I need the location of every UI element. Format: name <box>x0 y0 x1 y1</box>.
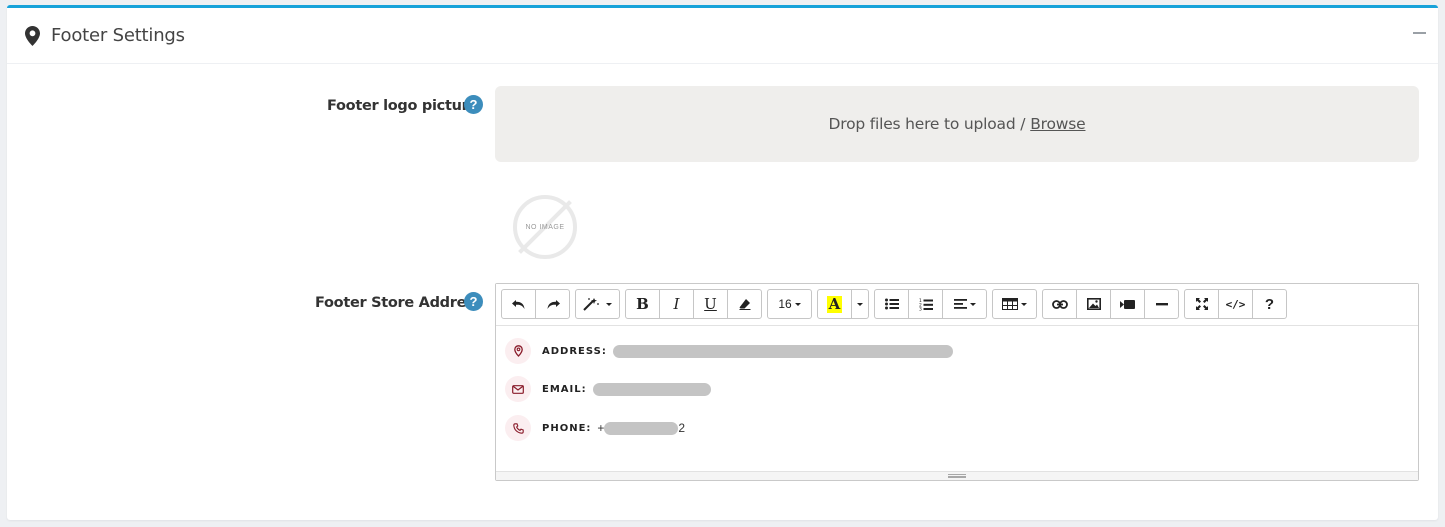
paragraph-align-icon[interactable] <box>942 289 987 319</box>
underline-icon[interactable]: U <box>693 289 728 319</box>
rich-text-editor: B I U 16 A 1 2 3 </> ? ADDRESS: EMAIL: P… <box>495 283 1419 481</box>
address-line: ADDRESS: <box>505 338 953 364</box>
phone-prefix: + <box>597 421 605 435</box>
map-pin-icon <box>25 25 40 46</box>
no-image-text: NO IMAGE <box>525 223 565 231</box>
card-header: Footer Settings <box>7 8 1438 64</box>
history-group <box>501 289 570 325</box>
table-group <box>992 289 1037 325</box>
ordered-list-icon[interactable]: 123 <box>908 289 943 319</box>
eraser-icon[interactable] <box>727 289 762 319</box>
file-dropzone[interactable]: Drop files here to upload / Browse <box>495 86 1419 162</box>
footer-settings-card: Footer Settings Footer logo picture ? Dr… <box>7 5 1438 520</box>
picture-icon[interactable] <box>1076 289 1111 319</box>
browse-link[interactable]: Browse <box>1030 115 1085 133</box>
font-size-value: 16 <box>778 297 792 311</box>
bold-icon[interactable]: B <box>625 289 660 319</box>
view-group: </> ? <box>1184 289 1287 325</box>
card-title-text: Footer Settings <box>51 25 185 46</box>
email-label: EMAIL: <box>542 383 587 395</box>
svg-text:3: 3 <box>919 306 922 310</box>
code-view-icon[interactable]: </> <box>1218 289 1253 319</box>
help-icon[interactable]: ? <box>1252 289 1287 319</box>
font-size-dropdown[interactable]: 16 <box>767 289 812 319</box>
editor-content[interactable]: ADDRESS: EMAIL: PHONE: + 2 <box>496 326 1418 472</box>
link-icon[interactable] <box>1042 289 1077 319</box>
font-style-group: B I U <box>625 289 762 325</box>
unordered-list-icon[interactable] <box>874 289 909 319</box>
text-color-icon[interactable]: A <box>817 289 852 319</box>
undo-icon[interactable] <box>501 289 536 319</box>
table-icon[interactable] <box>992 289 1037 319</box>
location-icon <box>505 338 531 364</box>
email-line: EMAIL: <box>505 376 711 402</box>
minus-icon[interactable] <box>1413 32 1426 34</box>
footer-logo-label: Footer logo picture <box>327 98 479 114</box>
help-icon[interactable]: ? <box>464 292 483 311</box>
phone-suffix: 2 <box>678 421 686 435</box>
phone-label: PHONE: <box>542 422 592 434</box>
envelope-icon <box>505 376 531 402</box>
phone-icon <box>505 415 531 441</box>
italic-icon[interactable]: I <box>659 289 694 319</box>
address-label: ADDRESS: <box>542 345 607 357</box>
address-value <box>612 344 953 358</box>
fullscreen-icon[interactable] <box>1184 289 1219 319</box>
editor-toolbar: B I U 16 A 1 2 3 </> ? <box>496 284 1418 326</box>
color-dropdown-caret[interactable] <box>851 289 869 319</box>
phone-value: + 2 <box>597 421 685 435</box>
redo-icon[interactable] <box>535 289 570 319</box>
paragraph-group: 123 <box>874 289 987 325</box>
footer-address-label: Footer Store Address <box>315 295 483 311</box>
editor-resize-handle[interactable] <box>496 471 1418 480</box>
color-group: A <box>817 289 869 325</box>
email-value <box>592 382 711 396</box>
style-group <box>575 289 620 325</box>
help-icon[interactable]: ? <box>464 95 483 114</box>
insert-group <box>1042 289 1179 325</box>
video-icon[interactable] <box>1110 289 1145 319</box>
phone-line: PHONE: + 2 <box>505 415 685 441</box>
grip-icon <box>948 474 966 478</box>
horizontal-rule-icon[interactable] <box>1144 289 1179 319</box>
dropzone-text: Drop files here to upload / <box>828 115 1026 133</box>
magic-wand-style-icon[interactable] <box>575 289 620 319</box>
font-size-group: 16 <box>767 289 812 325</box>
card-title: Footer Settings <box>25 25 185 46</box>
no-image-placeholder: NO IMAGE <box>513 195 577 259</box>
